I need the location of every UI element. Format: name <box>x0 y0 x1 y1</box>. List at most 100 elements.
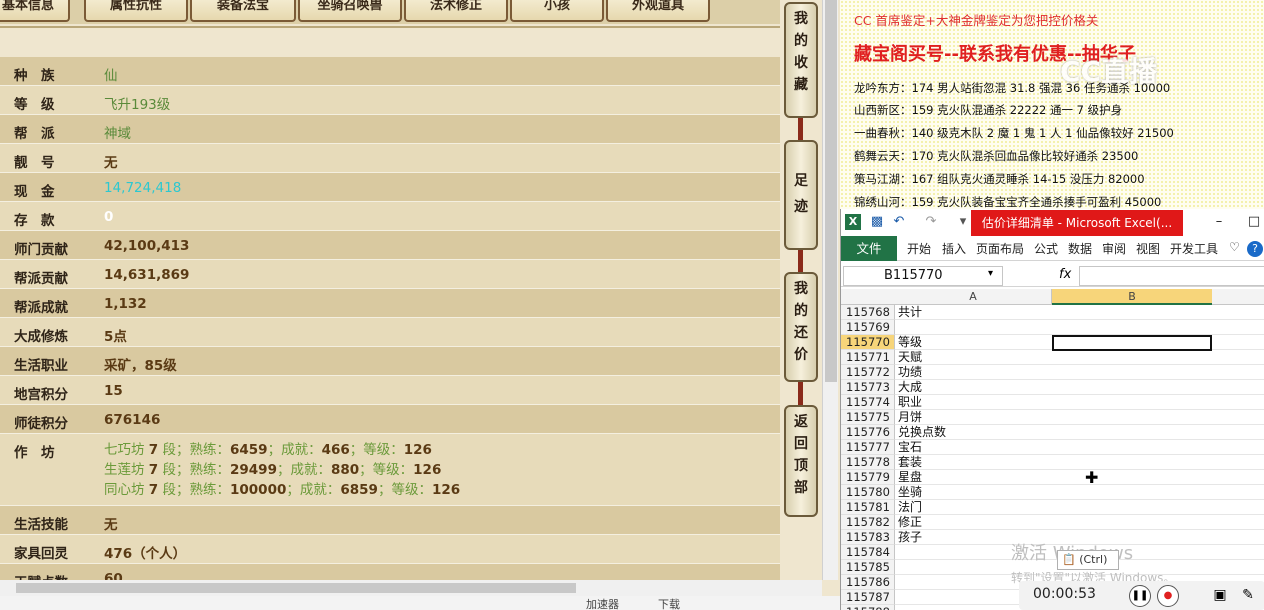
cell-a[interactable]: 大成 <box>898 380 922 395</box>
row-number[interactable]: 115779 <box>841 470 895 485</box>
sheet-row[interactable]: 115775 月饼 <box>841 410 1264 425</box>
cell-a[interactable]: 修正 <box>898 515 922 530</box>
sheet-row[interactable]: 115779 星盘 <box>841 470 1264 485</box>
row-number[interactable]: 115782 <box>841 515 895 530</box>
sheet-row[interactable]: 115774 职业 <box>841 395 1264 410</box>
cell-a[interactable]: 天赋 <box>898 350 922 365</box>
tab-appearance[interactable]: 外观道具 <box>606 0 710 22</box>
cell-a[interactable]: 孩子 <box>898 530 922 545</box>
redo-icon[interactable]: ↷ <box>923 214 939 230</box>
tab-file[interactable]: 文件 <box>841 236 897 261</box>
heart-icon[interactable]: ♡ <box>1229 240 1240 254</box>
tab-formulas[interactable]: 公式 <box>1034 240 1058 257</box>
vertical-scroll-thumb[interactable] <box>825 0 837 382</box>
row-number[interactable]: 115778 <box>841 455 895 470</box>
help-icon[interactable]: ? <box>1247 241 1263 257</box>
cell-a[interactable]: 功绩 <box>898 365 922 380</box>
tab-basic-info[interactable]: 基本信息 <box>0 0 70 22</box>
horizontal-scrollbar[interactable] <box>0 580 822 596</box>
name-box[interactable]: B115770 <box>843 266 1003 286</box>
pen-icon[interactable]: ✎ <box>1237 585 1259 607</box>
download-label[interactable]: 下载 <box>658 596 680 610</box>
row-number[interactable]: 115787 <box>841 590 895 605</box>
my-favorites-button[interactable]: 我的收藏 <box>784 2 818 118</box>
tab-spell-correction[interactable]: 法术修正 <box>404 0 508 22</box>
row-number[interactable]: 115788 <box>841 605 895 610</box>
cell-a[interactable]: 宝石 <box>898 440 922 455</box>
sheet-row[interactable]: 115778 套装 <box>841 455 1264 470</box>
sheet-row[interactable]: 115768 共计 <box>841 305 1264 320</box>
cell-a[interactable]: 套装 <box>898 455 922 470</box>
cell-a[interactable]: 共计 <box>898 305 922 320</box>
paste-options-tag[interactable]: 📋 (Ctrl) <box>1057 550 1119 570</box>
row-number[interactable]: 115776 <box>841 425 895 440</box>
sheet-row[interactable]: 115773 大成 <box>841 380 1264 395</box>
row-number[interactable]: 115784 <box>841 545 895 560</box>
row-number[interactable]: 115785 <box>841 560 895 575</box>
camera-icon[interactable]: ▣ <box>1209 585 1231 607</box>
row-number[interactable]: 115774 <box>841 395 895 410</box>
tab-developer[interactable]: 开发工具 <box>1170 240 1218 257</box>
tab-page-layout[interactable]: 页面布局 <box>976 240 1024 257</box>
sheet-row[interactable]: 115776 兑换点数 <box>841 425 1264 440</box>
tab-home[interactable]: 开始 <box>907 240 931 257</box>
tab-equipment[interactable]: 装备法宝 <box>190 0 296 22</box>
cell-a[interactable]: 兑换点数 <box>898 425 946 440</box>
horizontal-scroll-thumb[interactable] <box>16 583 576 593</box>
save-icon[interactable]: ▩ <box>869 214 885 230</box>
row-number[interactable]: 115777 <box>841 440 895 455</box>
sheet-row[interactable]: 115782 修正 <box>841 515 1264 530</box>
back-to-top-button[interactable]: 返回顶部 <box>784 405 818 517</box>
row-number[interactable]: 115771 <box>841 350 895 365</box>
footprint-button[interactable]: 足迹 <box>784 140 818 250</box>
sheet-row[interactable]: 115777 宝石 <box>841 440 1264 455</box>
row-number[interactable]: 115770 <box>841 335 895 350</box>
cell-a[interactable]: 坐骑 <box>898 485 922 500</box>
tab-data[interactable]: 数据 <box>1068 240 1092 257</box>
cell-a[interactable]: 职业 <box>898 395 922 410</box>
sheet-row[interactable]: 115771 天赋 <box>841 350 1264 365</box>
row-number[interactable]: 115781 <box>841 500 895 515</box>
pause-icon[interactable]: ❚❚ <box>1129 585 1151 607</box>
row-number[interactable]: 115768 <box>841 305 895 320</box>
accelerator-label[interactable]: 加速器 <box>586 596 619 610</box>
column-header-b[interactable]: B <box>1052 289 1212 305</box>
fx-icon[interactable]: fx <box>1059 267 1071 282</box>
undo-icon[interactable]: ↶ <box>891 214 907 230</box>
tab-insert[interactable]: 插入 <box>942 240 966 257</box>
my-counteroffer-label: 我的还价 <box>794 281 808 363</box>
cell-a[interactable]: 星盘 <box>898 470 922 485</box>
customize-qat-icon[interactable]: ▾ <box>955 214 971 230</box>
vertical-scrollbar[interactable] <box>822 0 838 580</box>
row-number[interactable]: 115769 <box>841 320 895 335</box>
stop-record-icon[interactable]: ● <box>1157 585 1179 607</box>
row-number[interactable]: 115786 <box>841 575 895 590</box>
cell-a[interactable]: 法门 <box>898 500 922 515</box>
name-box-dropdown-icon[interactable]: ▾ <box>988 268 993 279</box>
sheet-row[interactable]: 115769 <box>841 320 1264 335</box>
selected-cell-b115770[interactable] <box>1052 335 1212 351</box>
workshop-level: 7 <box>148 462 159 478</box>
maximize-icon[interactable]: □ <box>1246 214 1262 230</box>
column-header-a[interactable]: A <box>895 289 1052 305</box>
my-counteroffer-button[interactable]: 我的还价 <box>784 272 818 382</box>
row-number[interactable]: 115775 <box>841 410 895 425</box>
tab-mounts-pets[interactable]: 坐骑召唤兽 <box>298 0 402 22</box>
excel-app-icon[interactable]: X <box>845 214 861 230</box>
sheet-row[interactable]: 115772 功绩 <box>841 365 1264 380</box>
sheet-row[interactable]: 115780 坐骑 <box>841 485 1264 500</box>
workshop-p2: ；成就： <box>276 462 331 478</box>
sheet-row[interactable]: 115781 法门 <box>841 500 1264 515</box>
cell-a[interactable]: 月饼 <box>898 410 922 425</box>
row-number[interactable]: 115773 <box>841 380 895 395</box>
tab-children[interactable]: 小孩 <box>510 0 604 22</box>
tab-attributes[interactable]: 属性抗性 <box>84 0 188 22</box>
tab-view[interactable]: 视图 <box>1136 240 1160 257</box>
row-number[interactable]: 115780 <box>841 485 895 500</box>
row-number[interactable]: 115772 <box>841 365 895 380</box>
tab-review[interactable]: 审阅 <box>1102 240 1126 257</box>
minimize-icon[interactable]: – <box>1211 214 1227 230</box>
cell-a[interactable]: 等级 <box>898 335 922 350</box>
formula-input[interactable] <box>1079 266 1264 286</box>
row-number[interactable]: 115783 <box>841 530 895 545</box>
